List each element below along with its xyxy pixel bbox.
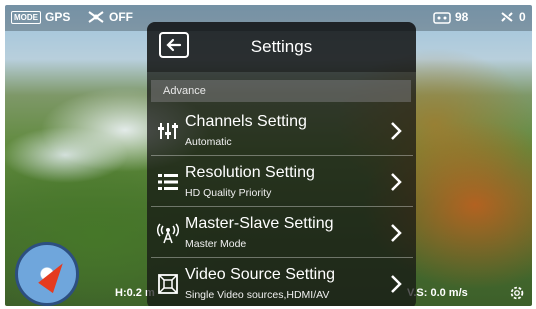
chevron-right-icon (391, 173, 402, 191)
video-source-setting-row[interactable]: Video Source Setting Single Video source… (151, 259, 413, 306)
signal-value: 98 (455, 10, 469, 24)
resolution-setting-row[interactable]: Resolution Setting HD Quality Priority (151, 157, 413, 207)
master-slave-setting-value: Master Mode (185, 238, 247, 250)
mode-indicator[interactable]: MODE GPS (11, 10, 70, 24)
vertical-speed-readout: V.S: 0.0 m/s (407, 287, 468, 299)
channels-setting-value: Automatic (185, 136, 232, 148)
master-slave-setting-row[interactable]: Master-Slave Setting Master Mode (151, 208, 413, 258)
chevron-right-icon (391, 122, 402, 140)
resolution-setting-value: HD Quality Priority (185, 187, 272, 199)
satellite-indicator: 0 (499, 10, 526, 24)
list-icon (158, 174, 178, 190)
settings-title: Settings (250, 37, 313, 56)
satellite-value: 0 (519, 10, 526, 24)
section-advance: Advance (151, 80, 411, 102)
camera-view: MODE GPS OFF 98 0 H:0.2 m (5, 5, 532, 306)
height-value: 0.2 (126, 287, 142, 299)
satellite-icon (501, 12, 513, 22)
speed-value: 0.0 m/s (430, 287, 468, 299)
signal-indicator: 98 (433, 10, 468, 24)
drone-icon (88, 11, 104, 23)
video-source-setting-title: Video Source Setting (185, 266, 336, 283)
antenna-icon (157, 223, 179, 244)
compass-arrow-icon (38, 258, 71, 294)
channels-setting-row[interactable]: Channels Setting Automatic (151, 106, 413, 156)
chevron-right-icon (391, 275, 402, 293)
gear-icon[interactable] (508, 284, 526, 302)
video-source-setting-value: Single Video sources,HDMI/AV (185, 289, 330, 301)
chevron-right-icon (391, 224, 402, 242)
height-label: H: (115, 287, 127, 299)
controller-icon (433, 12, 451, 24)
settings-dialog: Settings Advance Channels Setting Automa… (147, 22, 416, 306)
drone-status[interactable]: OFF (87, 10, 133, 24)
mode-badge: MODE (11, 10, 41, 24)
settings-header: Settings (147, 22, 416, 72)
sliders-icon (158, 123, 178, 139)
channels-setting-title: Channels Setting (185, 113, 307, 130)
video-source-icon (158, 274, 178, 294)
compass (15, 242, 79, 306)
drone-status-text: OFF (109, 10, 133, 24)
master-slave-setting-title: Master-Slave Setting (185, 215, 334, 232)
gps-label: GPS (45, 10, 71, 24)
resolution-setting-title: Resolution Setting (185, 164, 315, 181)
